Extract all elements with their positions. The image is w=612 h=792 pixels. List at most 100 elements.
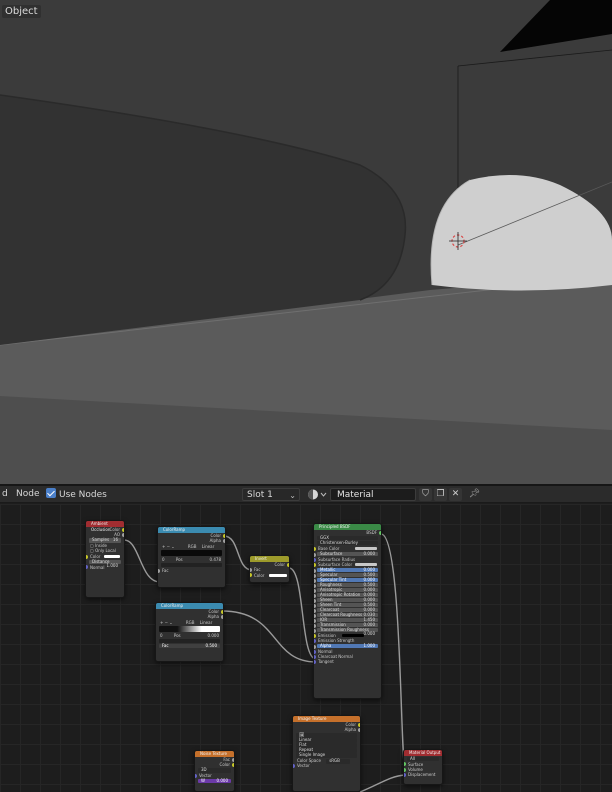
bsdf-input-socket[interactable]: Tangent — [314, 659, 381, 664]
source-dropdown[interactable]: Single Image — [296, 752, 357, 758]
bsdf-input-field[interactable]: Transmission Roughness 0.000 — [314, 627, 378, 636]
ramp-color-swatch[interactable] — [161, 562, 222, 568]
socket-out[interactable] — [379, 530, 381, 535]
link-ramp1-to-invert — [223, 535, 253, 571]
color-swatch[interactable] — [268, 574, 287, 578]
output-alpha: Alpha — [293, 727, 360, 732]
color-ramp-gradient[interactable] — [161, 549, 222, 556]
bsdf-input-field[interactable]: Subsurface 0.000 — [314, 551, 378, 557]
3d-viewport[interactable]: Object — [0, 0, 612, 484]
samples-field[interactable]: Samples 16 — [89, 537, 121, 543]
socket-in[interactable] — [404, 772, 406, 777]
socket-in[interactable] — [158, 568, 160, 573]
checkbox-icon[interactable] — [46, 488, 56, 498]
socket-out[interactable] — [122, 527, 124, 532]
socket-out[interactable] — [223, 533, 225, 538]
socket-in[interactable] — [314, 578, 316, 583]
color-swatch[interactable] — [341, 633, 364, 637]
socket-in[interactable] — [314, 633, 316, 638]
socket-in[interactable] — [314, 618, 316, 623]
socket-in[interactable] — [314, 649, 316, 654]
node-material-output[interactable]: Material Output All Surface Volume Displ… — [403, 749, 443, 785]
socket-out[interactable] — [221, 609, 223, 614]
socket-out[interactable] — [358, 728, 360, 733]
socket-out[interactable] — [358, 722, 360, 727]
socket-in[interactable] — [314, 613, 316, 618]
node-color-ramp-2[interactable]: ColorRamp Color Alpha + − ⌄ RGB Linear 0… — [155, 602, 224, 662]
color-ramp-gradient[interactable] — [159, 625, 220, 632]
socket-in[interactable] — [195, 773, 197, 778]
socket-in[interactable] — [404, 762, 406, 767]
duplicate-material-icon[interactable]: ❐ — [434, 488, 447, 501]
socket-in[interactable] — [314, 573, 316, 578]
socket-in[interactable] — [86, 554, 88, 559]
subsurface-method-dropdown[interactable]: Christensen-Burley — [317, 540, 378, 546]
node-invert[interactable]: Invert Color Fac Color — [249, 555, 290, 583]
viewport-mode-label[interactable]: Object — [2, 5, 41, 18]
ramp-stop-row[interactable]: 0 Pos 0.478 — [158, 557, 225, 562]
dimensions-dropdown[interactable]: 3D — [198, 767, 231, 773]
target-dropdown[interactable]: All — [407, 756, 439, 761]
socket-out[interactable] — [232, 757, 234, 762]
socket-out[interactable] — [122, 533, 124, 538]
input-normal: Normal — [86, 565, 124, 570]
use-nodes-toggle[interactable]: Use Nodes — [46, 488, 107, 501]
socket-in[interactable] — [314, 593, 316, 598]
material-browse-button[interactable] — [306, 488, 328, 501]
socket-in[interactable] — [314, 623, 316, 628]
menu-add[interactable]: d — [0, 488, 10, 501]
socket-in[interactable] — [293, 764, 295, 769]
socket-in[interactable] — [314, 562, 316, 567]
distance-field[interactable]: Distance 1.000 — [89, 559, 121, 568]
color-swatch[interactable] — [355, 546, 377, 550]
node-principled-bsdf[interactable]: Principled BSDF BSDF GGX Christensen-Bur… — [313, 523, 382, 699]
node-editor-header: d Node Use Nodes Slot 1 ⌄ Material ⛉ ❐ ✕… — [0, 486, 612, 503]
socket-in[interactable] — [314, 557, 316, 562]
w-field[interactable]: W 0.000 — [198, 778, 231, 784]
fake-user-shield-icon[interactable]: ⛉ — [419, 488, 432, 501]
color-swatch[interactable] — [104, 554, 120, 558]
slot-dropdown[interactable]: Slot 1 ⌄ — [242, 488, 300, 501]
socket-in[interactable] — [314, 583, 316, 588]
ramp-controls[interactable]: + − ⌄ RGB Linear — [156, 620, 223, 625]
socket-in[interactable] — [314, 608, 316, 613]
socket-in[interactable] — [250, 568, 252, 573]
node-ambient-occlusion[interactable]: Ambient Occlusion Color AO Samples 16 ▢ … — [85, 520, 125, 598]
close-icon[interactable]: ✕ — [449, 488, 462, 501]
bsdf-input-label: Alpha — [320, 642, 332, 648]
socket-in[interactable] — [314, 660, 316, 665]
color-swatch[interactable] — [355, 563, 377, 567]
menu-node[interactable]: Node — [14, 488, 42, 501]
node-noise-texture[interactable]: Noise Texture Fac Color 3D Vector W 0.00… — [194, 750, 235, 792]
socket-in[interactable] — [314, 546, 316, 551]
pin-icon[interactable]: 📌︎ — [468, 488, 481, 501]
socket-in[interactable] — [86, 565, 88, 570]
socket-in[interactable] — [314, 654, 316, 659]
fac-field[interactable]: Fac 0.500 — [159, 643, 220, 649]
socket-out[interactable] — [232, 763, 234, 768]
bsdf-input-value: 1.000 — [363, 642, 375, 648]
material-name-field[interactable]: Material — [330, 488, 416, 501]
socket-out[interactable] — [287, 562, 289, 567]
ramp-stop-row[interactable]: 0 Pos 0.000 — [156, 633, 223, 638]
socket-in[interactable] — [314, 568, 316, 573]
socket-in[interactable] — [314, 603, 316, 608]
bsdf-input-field[interactable]: Alpha 1.000 — [314, 642, 378, 649]
material-sphere-icon — [308, 489, 327, 500]
socket-in[interactable] — [314, 598, 316, 603]
input-vector: Vector — [195, 773, 234, 778]
bsdf-inputs: Base Color Subsurface 0.000 Subsurface Radi… — [314, 546, 381, 665]
socket-in[interactable] — [314, 588, 316, 593]
node-canvas[interactable]: Ambient Occlusion Color AO Samples 16 ▢ … — [0, 504, 612, 792]
socket-in[interactable] — [314, 638, 316, 643]
ramp-controls[interactable]: + − ⌄ RGB Linear — [158, 544, 225, 549]
chevron-down-icon: ⌄ — [289, 491, 296, 500]
bsdf-input-label: Clearcoat Normal — [318, 654, 353, 660]
input-color: Color — [86, 554, 124, 559]
socket-in[interactable] — [250, 573, 252, 578]
socket-in[interactable] — [404, 767, 406, 772]
socket-out[interactable] — [221, 615, 223, 620]
node-color-ramp-1[interactable]: ColorRamp Color Alpha + − ⌄ RGB Linear 0… — [157, 526, 226, 588]
node-image-texture[interactable]: Image Texture Color Alpha 🖼︎ Linear Flat… — [292, 715, 361, 792]
socket-out[interactable] — [223, 539, 225, 544]
